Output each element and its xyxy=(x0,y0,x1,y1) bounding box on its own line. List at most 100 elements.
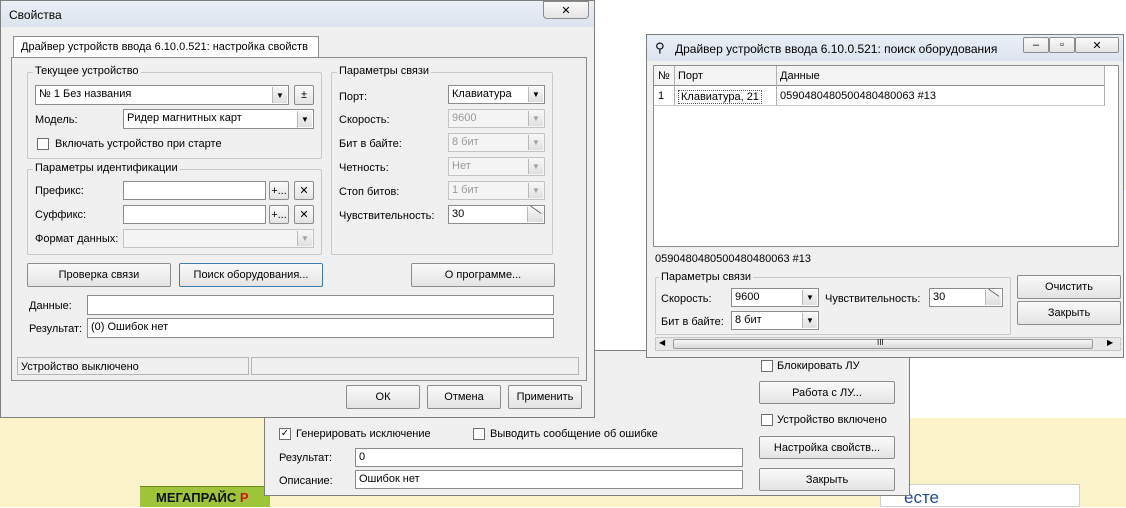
search-bits-label: Бит в байте: xyxy=(661,316,724,328)
search-sens-label: Чувствительность: xyxy=(825,293,921,305)
bits-select[interactable]: 8 бит ▼ xyxy=(448,133,545,152)
device-select[interactable]: № 1 Без названия ▼ xyxy=(35,85,289,105)
back-desc-field[interactable]: Ошибок нет xyxy=(355,470,743,489)
gen-exception-label: Генерировать исключение xyxy=(296,428,431,440)
search-speed-select[interactable]: 9600 ▼ xyxy=(731,288,819,307)
work-lu-button[interactable]: Работа с ЛУ... xyxy=(759,381,895,404)
search-close-button[interactable]: ✕ xyxy=(1075,37,1119,53)
chevron-down-icon: ▼ xyxy=(528,87,543,102)
apply-button[interactable]: Применить xyxy=(508,385,582,409)
search-sens-spinner[interactable]: 30 xyxy=(929,288,1003,307)
minimize-icon: – xyxy=(1032,39,1040,51)
tab-label: Драйвер устройств ввода 6.10.0.521: наст… xyxy=(21,41,308,53)
cancel-button[interactable]: Отмена xyxy=(427,385,501,409)
row-port: Клавиатура, 21 xyxy=(678,90,762,104)
prefix-label: Префикс: xyxy=(35,185,84,197)
status-text: Устройство выключено xyxy=(21,361,139,373)
result-label: Результат: xyxy=(29,323,83,335)
result-field[interactable]: (0) Ошибок нет xyxy=(87,318,554,338)
megaprice-logo-text: МЕГАПРАЙС Р xyxy=(156,490,249,505)
device-on-checkbox[interactable] xyxy=(761,414,773,426)
conn-title: Параметры связи xyxy=(337,65,432,77)
bits-label: Бит в байте: xyxy=(339,138,402,150)
block-lu-checkbox[interactable] xyxy=(761,360,773,372)
port-select[interactable]: Клавиатура ▼ xyxy=(448,85,545,104)
prefix-input[interactable] xyxy=(123,181,266,200)
model-label: Модель: xyxy=(35,114,78,126)
properties-window: Свойства ✕ Драйвер устройств ввода 6.10.… xyxy=(0,0,595,418)
model-select[interactable]: Ридер магнитных карт ▼ xyxy=(123,109,314,129)
add-remove-device-button[interactable]: ± xyxy=(294,85,314,105)
prefix-clear-button[interactable]: ✕ xyxy=(294,181,314,200)
search-speed-label: Скорость: xyxy=(661,293,712,305)
suffix-label: Суффикс: xyxy=(35,209,87,221)
maximize-button[interactable]: ▫ xyxy=(1049,37,1075,53)
back-close-button[interactable]: Закрыть xyxy=(759,468,895,491)
device-on-label: Устройство включено xyxy=(777,414,887,426)
format-select[interactable]: ▼ xyxy=(123,229,314,248)
table-header xyxy=(654,66,1104,86)
speed-label: Скорость: xyxy=(339,114,390,126)
autostart-label: Включать устройство при старте xyxy=(55,138,222,150)
spinner-icon[interactable] xyxy=(527,207,543,222)
search-equipment-button[interactable]: Поиск оборудования... xyxy=(179,263,323,287)
scroll-grip-icon: III xyxy=(877,338,884,347)
col-num-header[interactable]: № xyxy=(658,70,670,82)
ok-button[interactable]: ОК xyxy=(346,385,420,409)
check-connection-button[interactable]: Проверка связи xyxy=(27,263,171,287)
properties-title: Свойства xyxy=(9,8,62,22)
status-bar-right xyxy=(251,357,579,375)
close-icon: ✕ xyxy=(299,209,309,221)
col-data-header[interactable]: Данные xyxy=(780,70,820,82)
search-window-icon: ⚲ xyxy=(655,40,665,55)
col-port-header[interactable]: Порт xyxy=(678,70,703,82)
back-desc-label: Описание: xyxy=(279,475,333,487)
properties-titlebar[interactable] xyxy=(1,1,594,27)
search-window: ⚲ Драйвер устройств ввода 6.10.0.521: по… xyxy=(646,34,1124,358)
show-error-label: Выводить сообщение об ошибке xyxy=(490,428,658,440)
back-result-field[interactable]: 0 xyxy=(355,448,743,467)
chevron-down-icon: ▼ xyxy=(272,87,287,103)
chevron-down-icon: ▼ xyxy=(528,159,543,174)
close-icon: ✕ xyxy=(299,185,309,197)
chevron-down-icon: ▼ xyxy=(802,290,817,305)
suffix-input[interactable] xyxy=(123,205,266,224)
port-label: Порт: xyxy=(339,91,367,103)
properties-close-button[interactable]: ✕ xyxy=(543,1,589,19)
data-label: Данные: xyxy=(29,300,72,312)
show-error-checkbox[interactable] xyxy=(473,428,485,440)
gen-exception-checkbox[interactable]: ✓ xyxy=(279,428,291,440)
data-field[interactable] xyxy=(87,295,554,315)
current-device-title: Текущее устройство xyxy=(33,65,141,77)
close-icon: ✕ xyxy=(561,4,571,17)
minimize-button[interactable]: – xyxy=(1023,37,1049,53)
scroll-left-icon[interactable]: ◀ xyxy=(659,338,665,347)
scroll-right-icon[interactable]: ▶ xyxy=(1107,338,1113,347)
sens-spinner[interactable]: 30 xyxy=(448,205,545,224)
sens-label: Чувствительность: xyxy=(339,210,435,222)
suffix-clear-button[interactable]: ✕ xyxy=(294,205,314,224)
suffix-add-button[interactable]: +... xyxy=(269,205,289,224)
speed-select[interactable]: 9600 ▼ xyxy=(448,109,545,128)
search-close-dialog-button[interactable]: Закрыть xyxy=(1017,301,1121,325)
stop-label: Стоп битов: xyxy=(339,186,400,198)
format-label: Формат данных: xyxy=(35,233,119,245)
search-conn-title: Параметры связи xyxy=(659,271,754,283)
chevron-down-icon: ▼ xyxy=(528,183,543,198)
search-bits-select[interactable]: 8 бит ▼ xyxy=(731,311,819,330)
autostart-checkbox[interactable] xyxy=(37,138,49,150)
settings-button[interactable]: Настройка свойств... xyxy=(759,436,895,459)
spinner-icon[interactable] xyxy=(985,290,1001,305)
search-data-line: 0590480480500480480063 #13 xyxy=(655,253,811,265)
prefix-add-button[interactable]: +... xyxy=(269,181,289,200)
maximize-icon: ▫ xyxy=(1060,39,1064,51)
stop-select[interactable]: 1 бит ▼ xyxy=(448,181,545,200)
clear-button[interactable]: Очистить xyxy=(1017,275,1121,299)
about-button[interactable]: О программе... xyxy=(411,263,555,287)
parity-select[interactable]: Нет ▼ xyxy=(448,157,545,176)
block-lu-label: Блокировать ЛУ xyxy=(777,360,860,372)
ident-title: Параметры идентификации xyxy=(33,162,180,174)
results-table: № Порт Данные 1 Клавиатура, 21 059048048… xyxy=(653,65,1119,247)
chevron-down-icon: ▼ xyxy=(297,111,312,127)
chevron-down-icon: ▼ xyxy=(802,313,817,328)
